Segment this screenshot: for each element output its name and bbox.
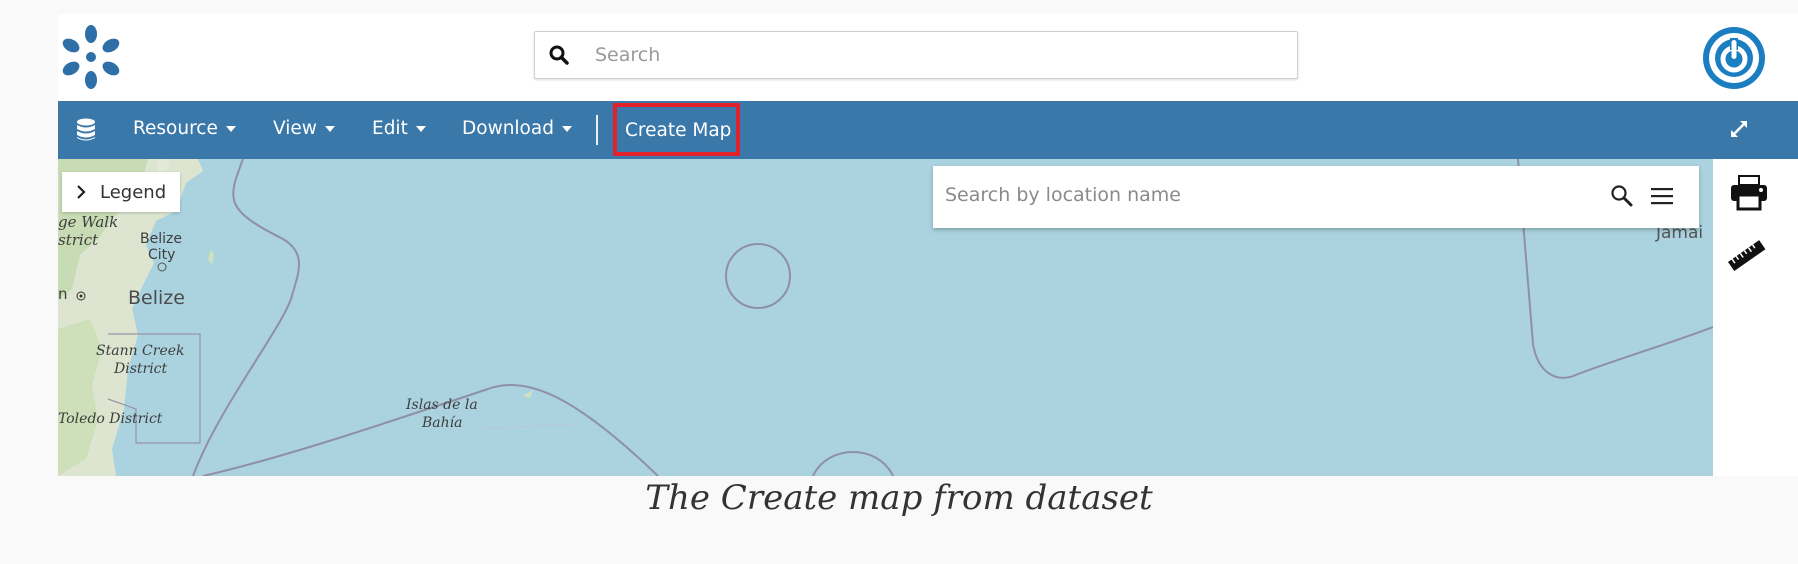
chevron-down-icon xyxy=(415,126,426,132)
view-menu[interactable]: View xyxy=(273,118,335,139)
header: Search xyxy=(58,14,1798,101)
map-label: Toledo District xyxy=(58,411,163,427)
map-label: n xyxy=(58,285,68,303)
map-label: Bahía xyxy=(422,415,463,431)
ruler-icon[interactable] xyxy=(1727,239,1767,273)
edit-menu-label: Edit xyxy=(372,118,408,139)
search-icon xyxy=(549,45,569,65)
search-placeholder: Search xyxy=(595,44,661,66)
print-icon[interactable] xyxy=(1729,173,1769,211)
map-label: City xyxy=(148,247,176,263)
chevron-down-icon xyxy=(324,126,335,132)
database-icon[interactable] xyxy=(76,118,96,142)
map-label: strict xyxy=(58,231,99,249)
map-label: Islas de la xyxy=(406,397,478,413)
resource-menu[interactable]: Resource xyxy=(133,118,236,139)
map-label: District xyxy=(114,361,168,377)
app-window: Search Resource View Edit Download Creat… xyxy=(58,14,1798,476)
search-icon[interactable] xyxy=(1610,184,1634,208)
chevron-down-icon xyxy=(561,126,572,132)
chevron-right-icon xyxy=(77,185,86,199)
fullscreen-icon[interactable] xyxy=(1730,120,1748,138)
location-search-input[interactable]: Search by location name xyxy=(933,166,1699,228)
edit-menu[interactable]: Edit xyxy=(372,118,426,139)
menu-icon[interactable] xyxy=(1650,186,1674,206)
chevron-down-icon xyxy=(225,126,236,132)
map-label: Belize xyxy=(128,287,185,309)
toolbar: Resource View Edit Download Create Map xyxy=(58,101,1798,159)
resource-menu-label: Resource xyxy=(133,118,218,139)
legend-label: Legend xyxy=(100,182,167,203)
map-label: ge Walk xyxy=(58,213,119,231)
geonode-logo-icon[interactable] xyxy=(60,24,122,90)
download-menu[interactable]: Download xyxy=(462,118,572,139)
global-search-input[interactable]: Search xyxy=(534,31,1298,79)
map-tools-sidebar xyxy=(1713,159,1798,476)
create-map-button[interactable]: Create Map xyxy=(613,103,740,156)
map-label: Belize xyxy=(140,231,182,247)
view-menu-label: View xyxy=(273,118,317,139)
create-map-label: Create Map xyxy=(625,120,732,141)
download-menu-label: Download xyxy=(462,118,554,139)
figure-caption: The Create map from dataset xyxy=(645,478,1153,518)
map-label: Stann Creek xyxy=(96,343,185,359)
legend-toggle-button[interactable]: Legend xyxy=(62,172,180,212)
location-search-placeholder: Search by location name xyxy=(945,184,1181,206)
power-icon[interactable] xyxy=(1702,26,1766,90)
toolbar-divider xyxy=(596,115,598,145)
